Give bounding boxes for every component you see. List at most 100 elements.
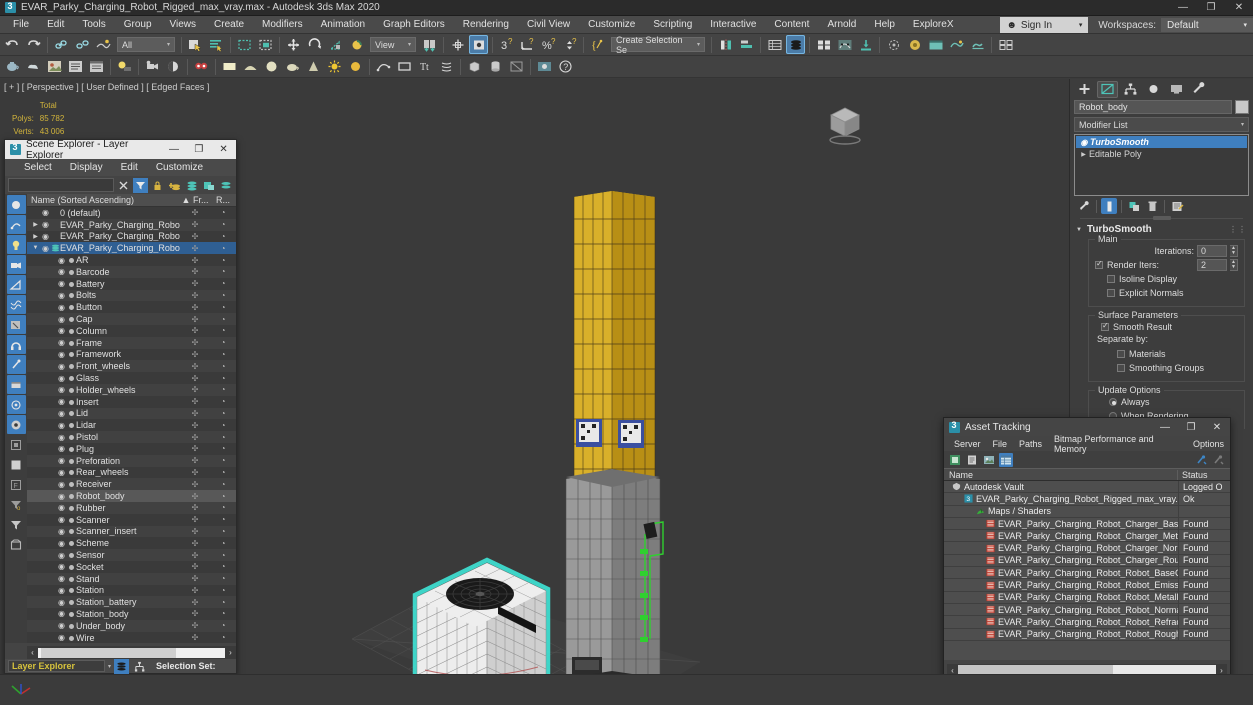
iterations-spinner-buttons[interactable]: ▲ ▼ [1230,245,1238,257]
object-color-dot[interactable] [67,456,76,466]
column-render[interactable]: R... [210,195,236,205]
visibility-eye-icon[interactable]: ◉ [56,326,67,335]
select-and-link-icon[interactable] [52,35,71,54]
frozen-cell[interactable]: ✣ [180,220,210,229]
asset-tracking-row[interactable]: EVAR_Parky_Charging_Robot_Charger_BaseCo… [944,517,1230,531]
frozen-cell[interactable]: ✣ [180,621,210,630]
render-cell[interactable]: ◔ [210,527,236,536]
scrollbar-thumb[interactable] [41,647,176,658]
render-cell[interactable]: ◔ [210,515,236,524]
lock-icon[interactable] [150,178,165,193]
visibility-eye-icon[interactable]: ◉ [56,621,67,630]
scene-explorer-row[interactable]: ◉ Socket ✣ ◔ [27,561,236,573]
use-pivot-point-center-icon[interactable] [420,35,439,54]
frozen-cell[interactable]: ✣ [180,492,210,501]
scene-explorer-close-button[interactable]: ✕ [211,140,236,159]
scene-explorer-row[interactable]: ◉ Receiver ✣ ◔ [27,478,236,491]
percent-snap-3-icon[interactable]: 3? [497,35,516,54]
visibility-eye-icon[interactable]: ◉ [56,409,67,418]
omni-light-icon[interactable] [115,57,134,76]
visibility-eye-icon[interactable]: ◉ [56,291,67,300]
frozen-cell[interactable]: ✣ [180,562,210,571]
filter-icon[interactable] [133,177,148,193]
layer-explorer-icon[interactable] [765,35,784,54]
filter-containers-icon[interactable] [6,375,26,394]
scene-explorer-row[interactable]: ◉ Glass ✣ ◔ [27,372,236,384]
workspaces-select[interactable]: Default ▾ [1161,18,1253,32]
visibility-eye-icon[interactable]: ◉ [56,598,67,607]
asset-menu-options[interactable]: Options [1187,439,1230,449]
render-cell[interactable]: ◔ [210,326,236,335]
scene-explorer-row[interactable]: ◉ Barcode ✣ ◔ [27,265,236,278]
pin-stack-icon[interactable] [1076,198,1092,214]
scene-explorer-row[interactable]: ◉ Frame ✣ ◔ [27,336,236,349]
render-cell[interactable]: ◔ [210,621,236,630]
frozen-cell[interactable]: ✣ [180,374,210,383]
render-cell[interactable]: ◔ [210,456,236,465]
angle-snap-icon[interactable]: ? [518,35,537,54]
render-cell[interactable]: ◔ [210,433,236,442]
scene-explorer-row[interactable]: ◉ Lidar ✣ ◔ [27,419,236,431]
render-cell[interactable]: ◔ [210,633,236,642]
daylight-system-icon[interactable] [164,57,183,76]
mirror-icon[interactable] [716,35,735,54]
expand-icon[interactable]: ▼ [31,245,40,251]
object-color-dot[interactable] [67,255,76,265]
frozen-cell[interactable]: ✣ [180,598,210,607]
render-cell[interactable]: ◔ [210,574,236,583]
filter-particles-icon[interactable] [6,395,26,414]
frozen-cell[interactable]: ✣ [180,444,210,453]
chevron-down-icon[interactable]: ▾ [108,663,111,670]
asset-tracking-window[interactable]: Asset Tracking — ❐ ✕ Server File Paths B… [943,417,1231,697]
visibility-eye-icon[interactable]: ◉ [56,492,67,501]
display-frozen-icon[interactable]: F [7,475,26,494]
scene-explorer-row[interactable]: ◉ Front_wheels ✣ ◔ [27,360,236,373]
object-color-dot[interactable] [67,585,76,595]
modifier-toggle-icon[interactable] [507,57,526,76]
frozen-cell[interactable]: ✣ [180,468,210,477]
filter-cameras-icon[interactable] [6,255,26,274]
list-objects-icon[interactable] [66,57,85,76]
scene-explorer-horizontal-scrollbar[interactable]: ‹ › [27,646,236,659]
scene-explorer-menu-select[interactable]: Select [15,162,61,173]
line-shape-icon[interactable] [374,57,393,76]
render-cell[interactable]: ◔ [210,374,236,383]
scene-explorer-row[interactable]: ◉ Rubber ✣ ◔ [27,501,236,514]
object-color-dot[interactable] [67,491,76,501]
menu-file[interactable]: File [4,17,38,32]
collapse-icon[interactable]: ▼ [1076,227,1082,233]
scene-explorer-row[interactable]: ◉ Rear_wheels ✣ ◔ [27,467,236,479]
frozen-cell[interactable]: ✣ [180,362,210,371]
asset-tracking-row[interactable]: EVAR_Parky_Charging_Robot_Robot_Metallic… [944,591,1230,604]
menu-create[interactable]: Create [205,17,253,32]
scene-explorer-row[interactable]: ◉ Stand ✣ ◔ [27,572,236,585]
minimize-button[interactable]: — [1169,0,1197,16]
menu-explorex[interactable]: ExploreX [904,17,963,32]
object-color-dot[interactable] [67,621,76,631]
render-cell[interactable]: ◔ [210,267,236,276]
sphere-yellow-icon[interactable] [346,57,365,76]
scene-explorer-row[interactable]: ◉ 0 (default) ✣ ◔ [27,207,236,219]
render-production-icon[interactable] [968,35,987,54]
scene-explorer-row[interactable]: ◉ Wire ✣ ◔ [27,632,236,643]
scene-explorer-row[interactable]: ◉ Framework ✣ ◔ [27,349,236,361]
visibility-eye-icon[interactable]: ◉ [40,232,51,241]
visibility-eye-icon[interactable]: ◉ [56,421,67,430]
object-color-dot[interactable] [67,338,76,348]
filter-groups-icon[interactable] [6,335,26,354]
object-color-dot[interactable] [67,597,76,607]
menu-modifiers[interactable]: Modifiers [253,17,312,32]
scene-explorer-toggle-icon[interactable] [786,35,805,54]
visibility-eye-icon[interactable]: ◉ [56,350,67,359]
always-radio[interactable]: Always [1109,395,1238,409]
modifier-stack[interactable]: ◉ TurboSmooth ▶ Editable Poly [1074,134,1249,196]
explorer-mode-combo[interactable]: Layer Explorer [8,660,105,672]
render-cell[interactable]: ◔ [210,256,236,265]
render-cell[interactable]: ◔ [210,385,236,394]
frozen-cell[interactable]: ✣ [180,421,210,430]
material-editor-icon[interactable] [905,35,924,54]
expand-icon[interactable]: ▶ [31,233,40,240]
menu-interactive[interactable]: Interactive [701,17,765,32]
plane-primitive-icon[interactable] [220,57,239,76]
refresh-assets-icon[interactable] [948,453,962,467]
